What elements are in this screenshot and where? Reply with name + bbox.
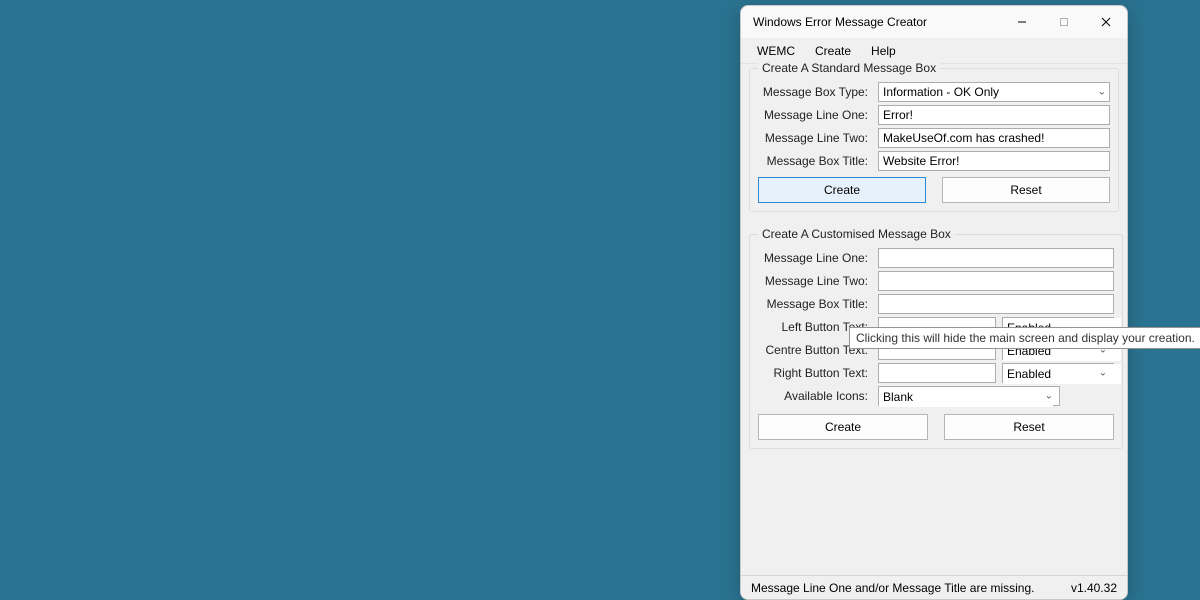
label-msgbox-type: Message Box Type: <box>758 85 878 99</box>
input-right-btn-text[interactable] <box>878 363 996 383</box>
status-version: v1.40.32 <box>1071 581 1117 595</box>
input-std-line1[interactable] <box>878 105 1110 125</box>
cus-create-button[interactable]: Create <box>758 414 928 440</box>
select-right-btn-state-value[interactable] <box>1003 364 1121 384</box>
menu-help[interactable]: Help <box>861 41 906 61</box>
input-std-line2[interactable] <box>878 128 1110 148</box>
std-reset-button[interactable]: Reset <box>942 177 1110 203</box>
window-title: Windows Error Message Creator <box>753 15 1001 29</box>
group-customised-legend: Create A Customised Message Box <box>758 227 955 241</box>
minimize-button[interactable] <box>1001 7 1043 37</box>
titlebar[interactable]: Windows Error Message Creator <box>741 6 1127 38</box>
select-msgbox-type-value[interactable] <box>878 82 1110 102</box>
tooltip-create: Clicking this will hide the main screen … <box>849 327 1200 349</box>
label-cus-title: Message Box Title: <box>758 297 878 311</box>
std-create-button[interactable]: Create <box>758 177 926 203</box>
select-available-icons-value[interactable] <box>879 387 1053 407</box>
input-cus-line1[interactable] <box>878 248 1114 268</box>
maximize-button[interactable] <box>1043 7 1085 37</box>
label-std-line2: Message Line Two: <box>758 131 878 145</box>
input-std-title[interactable] <box>878 151 1110 171</box>
menu-wemc[interactable]: WEMC <box>747 41 805 61</box>
group-standard-legend: Create A Standard Message Box <box>758 61 940 75</box>
label-cus-line2: Message Line Two: <box>758 274 878 288</box>
status-message: Message Line One and/or Message Title ar… <box>751 581 1034 595</box>
close-button[interactable] <box>1085 7 1127 37</box>
cus-reset-button[interactable]: Reset <box>944 414 1114 440</box>
select-right-btn-state[interactable]: ⌄ <box>1002 363 1114 383</box>
label-cus-line1: Message Line One: <box>758 251 878 265</box>
group-standard: Create A Standard Message Box Message Bo… <box>749 68 1119 212</box>
input-cus-title[interactable] <box>878 294 1114 314</box>
label-std-line1: Message Line One: <box>758 108 878 122</box>
label-std-title: Message Box Title: <box>758 154 878 168</box>
menu-create[interactable]: Create <box>805 41 861 61</box>
client-area: Create A Standard Message Box Message Bo… <box>741 64 1127 575</box>
select-msgbox-type[interactable]: ⌄ <box>878 82 1110 102</box>
statusbar: Message Line One and/or Message Title ar… <box>741 575 1127 599</box>
label-right-btn: Right Button Text: <box>758 366 878 380</box>
app-window: Windows Error Message Creator WEMC Creat… <box>740 5 1128 600</box>
label-available-icons: Available Icons: <box>758 389 878 403</box>
select-available-icons[interactable]: ⌄ <box>878 386 1060 406</box>
input-cus-line2[interactable] <box>878 271 1114 291</box>
